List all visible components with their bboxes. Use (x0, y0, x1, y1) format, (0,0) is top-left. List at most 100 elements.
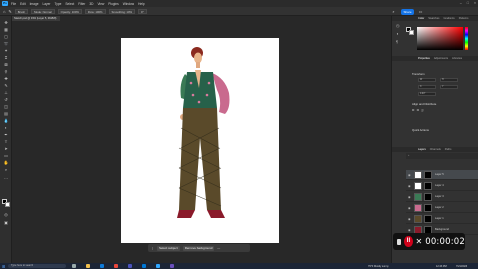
tab-adjustments[interactable]: Adjustments (434, 56, 448, 61)
tab-paths[interactable]: Paths (445, 147, 452, 152)
panel-background-chip[interactable] (409, 30, 414, 35)
menu-view[interactable]: View (97, 2, 104, 6)
pen-tool-icon[interactable]: ✒ (3, 132, 9, 137)
visibility-eye-icon[interactable]: ◉ (408, 184, 411, 188)
tab-gradients[interactable]: Gradients (443, 16, 454, 21)
eraser-tool-icon[interactable]: ◫ (3, 104, 9, 109)
type-tool-icon[interactable]: T (3, 139, 9, 144)
tab-libraries[interactable]: Libraries (452, 56, 462, 61)
tab-color[interactable]: Color (418, 16, 424, 21)
home-icon[interactable]: ⌂ (3, 9, 5, 14)
zoom-tool-icon[interactable]: ⌕ (3, 167, 9, 172)
tab-properties[interactable]: Properties (418, 56, 430, 61)
mode-dropdown[interactable]: Mode: Normal (31, 8, 55, 14)
flow-field[interactable]: Flow: 100% (84, 8, 106, 14)
weather-status[interactable]: 79°F Mostly sunny (368, 265, 389, 268)
menu-select[interactable]: Select (65, 2, 74, 6)
visibility-eye-icon[interactable]: ◉ (408, 217, 411, 221)
angle-field[interactable]: 0.00° (418, 92, 436, 96)
eyedropper-tool-icon[interactable]: ⚲ (3, 69, 9, 74)
tab-layers[interactable]: Layers (418, 147, 426, 152)
blur-tool-icon[interactable]: 💧 (3, 118, 9, 123)
layer-row[interactable]: ◉ Layer 4 (406, 181, 478, 191)
windows-start-icon[interactable]: ⊞ (2, 264, 5, 269)
menu-filter[interactable]: Filter (78, 2, 85, 6)
menu-help[interactable]: Help (138, 2, 145, 6)
history-brush-tool-icon[interactable]: ↺ (3, 97, 9, 102)
clone-stamp-tool-icon[interactable]: ⊥ (3, 90, 9, 95)
drag-handle-icon[interactable]: ⋮ (151, 246, 154, 250)
lasso-tool-icon[interactable]: ➰ (3, 41, 9, 46)
dodge-tool-icon[interactable]: ◐ (3, 125, 9, 130)
paragraph-icon[interactable]: ¶ (396, 38, 400, 46)
close-icon[interactable]: × (474, 1, 476, 5)
tab-swatches[interactable]: Swatches (428, 16, 439, 21)
tab-patterns[interactable]: Patterns (459, 16, 469, 21)
gradient-tool-icon[interactable]: ▤ (3, 111, 9, 116)
visibility-eye-icon[interactable]: ◉ (408, 206, 411, 210)
frame-tool-icon[interactable]: ⊠ (3, 62, 9, 67)
menu-image[interactable]: Image (30, 2, 39, 6)
share-button[interactable]: Share (401, 8, 414, 15)
path-selection-tool-icon[interactable]: ➤ (3, 146, 9, 151)
opacity-field[interactable]: Opacity: 100% (57, 8, 82, 14)
layer-row[interactable]: ◉ Layer 5 (406, 170, 478, 180)
maximize-icon[interactable]: □ (467, 1, 469, 5)
layer-row[interactable]: ◉ Layer 3 (406, 192, 478, 202)
app-taskbar-icon[interactable] (170, 264, 174, 268)
adjustments-icon[interactable]: ◑ (396, 30, 400, 38)
menu-window[interactable]: Window (123, 2, 134, 6)
minimize-icon[interactable]: – (460, 1, 462, 5)
screen-mode-icon[interactable]: ▣ (3, 220, 9, 225)
hue-slider[interactable] (465, 27, 468, 50)
taskbar-search-box[interactable]: Type here to search (8, 264, 66, 268)
menu-plugins[interactable]: Plugins (108, 2, 118, 6)
y-field[interactable]: Y (440, 85, 458, 89)
teams-icon[interactable] (128, 264, 132, 268)
quick-select-tool-icon[interactable]: ✦ (3, 48, 9, 53)
more-options-icon[interactable]: ⋯ (217, 246, 220, 250)
menu-3d[interactable]: 3D (89, 2, 93, 6)
photoshop-taskbar-icon[interactable] (156, 264, 160, 268)
angle-field[interactable]: 0° (138, 8, 147, 14)
remove-background-button[interactable]: Remove background (182, 245, 215, 251)
brush-tool-icon[interactable]: ✎ (3, 83, 9, 88)
brush-tool-icon[interactable]: ✎ (8, 9, 11, 14)
visibility-eye-icon[interactable]: ◉ (408, 195, 411, 199)
history-icon[interactable]: ◷ (396, 22, 400, 30)
color-picker-field[interactable] (417, 27, 463, 50)
visibility-eye-icon[interactable]: ◉ (408, 228, 411, 232)
layer-row[interactable]: ◉ Layer 1 (406, 214, 478, 224)
quick-mask-icon[interactable]: ◎ (3, 212, 9, 217)
edge-browser-icon[interactable] (100, 264, 104, 268)
width-field[interactable]: W (418, 78, 436, 82)
outlook-icon[interactable] (142, 264, 146, 268)
crop-tool-icon[interactable]: ⌗ (3, 55, 9, 60)
stop-icon[interactable] (397, 238, 402, 245)
task-view-icon[interactable] (72, 264, 76, 268)
hand-tool-icon[interactable]: ✋ (3, 160, 9, 165)
menu-file[interactable]: File (11, 2, 16, 6)
document-canvas[interactable] (121, 38, 279, 243)
align-right-icon[interactable]: ⊒ (421, 108, 426, 112)
smoothing-field[interactable]: Smoothing: 10% (108, 8, 136, 14)
brush-preset-picker[interactable]: Brush (14, 8, 29, 14)
healing-brush-tool-icon[interactable]: ✚ (3, 76, 9, 81)
filter-kind-icon[interactable]: ⌕ (408, 154, 409, 157)
close-icon[interactable]: ✕ (416, 237, 423, 246)
x-field[interactable]: X (418, 85, 436, 89)
menu-layer[interactable]: Layer (43, 2, 51, 6)
marquee-tool-icon[interactable]: ▢ (3, 34, 9, 39)
visibility-eye-icon[interactable]: ◉ (408, 173, 411, 177)
pause-icon[interactable]: II (404, 236, 413, 247)
menu-type[interactable]: Type (54, 2, 61, 6)
layer-row[interactable]: ◉ Layer 2 (406, 203, 478, 213)
select-subject-button[interactable]: Select subject (157, 245, 180, 251)
more-tools-icon[interactable]: ⋯ (3, 176, 9, 181)
chrome-browser-icon[interactable] (114, 264, 118, 268)
height-field[interactable]: H (440, 78, 458, 82)
workspace-icon[interactable]: ▭ (418, 9, 423, 14)
background-color-swatch[interactable] (5, 202, 10, 207)
search-icon[interactable]: ⌕ (391, 9, 396, 14)
rectangle-tool-icon[interactable]: ▭ (3, 153, 9, 158)
